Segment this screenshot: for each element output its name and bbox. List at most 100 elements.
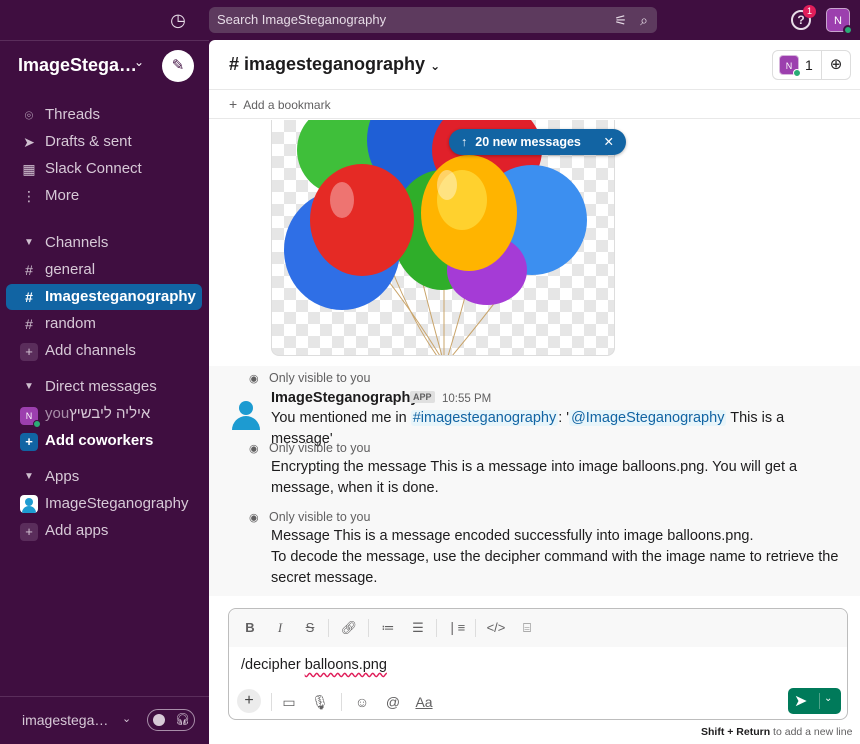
search-icon[interactable]: ⌕ (640, 7, 648, 33)
channel-label: random (45, 315, 96, 332)
headphones-icon: 🎧︎ (175, 712, 191, 726)
presence-dot (793, 69, 801, 77)
channels-section-header[interactable]: ▼ Channels (6, 230, 202, 256)
divider (271, 693, 272, 711)
app-avatar[interactable] (229, 398, 263, 432)
member-count: 1 (805, 57, 813, 73)
plus-icon: + (244, 692, 254, 709)
sidebar-footer: imagesteganography ⌄ 🎧︎ (0, 696, 209, 744)
video-icon[interactable]: ▭ (278, 691, 300, 713)
footer-workspace-label: imagesteganography (22, 712, 116, 728)
visibility-label: Only visible to you (269, 371, 371, 385)
sidebar-item-label: More (45, 187, 80, 204)
chevron-down-icon[interactable]: ⌄ (824, 693, 832, 704)
sidebar-item-dm-self[interactable]: Nyouאיליה ליבשיץ (6, 401, 202, 428)
app-label: ImageSteganography (45, 495, 189, 512)
help-badge: 1 (803, 5, 816, 18)
sender-name[interactable]: ImageSteganography (271, 390, 418, 406)
code-block-icon[interactable]: ⌸ (516, 618, 538, 638)
close-icon[interactable]: ✕ (604, 129, 614, 155)
compose-button[interactable]: ✎ (162, 50, 194, 82)
text-format-icon[interactable]: Aa (413, 691, 435, 713)
blockquote-icon[interactable]: ❘≡ (445, 618, 467, 638)
sidebar-item-slack-connect[interactable]: ▦ Slack Connect (6, 156, 202, 182)
members-button[interactable]: N 1 (772, 50, 822, 80)
ephemeral-messages: ◉ Only visible to you ImageSteganography … (209, 366, 860, 596)
image-attachment-balloons[interactable] (271, 120, 615, 356)
dm-avatar: N (20, 401, 41, 428)
message-input[interactable]: /decipher balloons.png (241, 657, 387, 673)
search-input[interactable]: Search ImageSteganography ⚟ ⌕ (209, 7, 657, 33)
chevron-down-icon[interactable]: ⌄ (122, 712, 131, 725)
section-label: Apps (45, 468, 80, 485)
italic-icon[interactable]: I (269, 618, 291, 638)
huddle-toggle[interactable]: 🎧︎ (147, 709, 195, 731)
sidebar-item-app[interactable]: ImageSteganography (6, 491, 202, 517)
hint-text: to add a new line (770, 726, 853, 738)
add-person-icon[interactable]: ⊕ (821, 50, 851, 80)
add-apps-button[interactable]: + Add apps (6, 518, 202, 544)
ordered-list-icon[interactable]: ≔ (377, 618, 399, 638)
sidebar-item-random[interactable]: # random (6, 311, 202, 337)
sidebar-item-label: Slack Connect (45, 160, 142, 177)
add-bookmark-label: Add a bookmark (243, 98, 331, 112)
plus-icon: + (229, 96, 238, 112)
message-timestamp[interactable]: 10:55 PM (442, 393, 491, 405)
channel-title-label: # imagesteganography (229, 54, 426, 74)
plus-icon: + (20, 338, 38, 364)
presence-dot (843, 25, 853, 35)
bold-icon[interactable]: B (239, 618, 261, 638)
visibility-label: Only visible to you (269, 441, 371, 455)
message-segment: : ' (558, 410, 570, 426)
channel-link[interactable]: #imagesteganography (410, 410, 559, 426)
app-avatar-icon (20, 491, 38, 521)
sidebar: ImageStega… ⌄ ✎ ⌾ Threads ➤ Drafts & sent … (0, 40, 209, 744)
user-mention[interactable]: @ImageSteganography (569, 410, 727, 426)
sidebar-item-more[interactable]: ⋮ More (6, 183, 202, 209)
microphone-icon[interactable]: 🎙︎ (309, 691, 331, 713)
eye-icon: ◉ (249, 512, 259, 524)
code-icon[interactable]: </> (485, 618, 507, 638)
building-icon: ▦ (22, 161, 36, 177)
section-label: Direct messages (45, 378, 157, 395)
dm-section-header[interactable]: ▼ Direct messages (6, 374, 202, 400)
eye-icon: ◉ (249, 443, 259, 455)
bookmark-bar[interactable]: + Add a bookmark (209, 91, 860, 119)
link-icon[interactable]: 🔗︎ (338, 618, 360, 638)
balloons-image (284, 120, 587, 355)
add-coworkers-button[interactable]: + Add coworkers (6, 428, 202, 454)
attach-plus-button[interactable]: + (237, 689, 261, 713)
workspace-name[interactable]: ImageStega… (18, 55, 137, 76)
add-channels-button[interactable]: + Add channels (6, 338, 202, 364)
member-initial: N (785, 61, 793, 71)
sidebar-item-threads[interactable]: ⌾ Threads (6, 102, 202, 128)
message-line: Message This is a message encoded succes… (271, 528, 754, 544)
bulleted-list-icon[interactable]: ☰ (407, 618, 429, 638)
apps-section-header[interactable]: ▼ Apps (6, 464, 202, 490)
emoji-icon[interactable]: ☺ (351, 691, 373, 713)
avatar-initial: N (834, 15, 842, 27)
message-composer[interactable]: B I S 🔗︎ ≔ ☰ ❘≡ </> ⌸ /decipher balloons… (228, 608, 848, 720)
footer-workspace-name[interactable]: imagesteganography (22, 712, 116, 728)
hint-keys: Shift + Return (701, 726, 771, 738)
chevron-down-icon[interactable]: ⌄ (134, 55, 144, 69)
filter-icon[interactable]: ⚟ (614, 7, 627, 33)
user-avatar[interactable]: N (826, 8, 853, 35)
new-messages-banner[interactable]: ↑ 20 new messages ✕ (449, 129, 626, 155)
toggle-knob (153, 714, 165, 726)
sidebar-item-drafts[interactable]: ➤ Drafts & sent (6, 129, 202, 155)
hash-icon: # (25, 262, 33, 278)
compose-icon: ✎ (171, 57, 185, 74)
sidebar-item-imagesteganography[interactable]: # Imagesteganography (6, 284, 202, 310)
mention-icon[interactable]: @ (382, 691, 404, 713)
visibility-label: Only visible to you (269, 510, 371, 524)
history-icon[interactable]: ◷ (168, 10, 188, 30)
channel-title[interactable]: # imagesteganography ⌄ (229, 54, 440, 75)
caret-down-icon: ▼ (24, 237, 34, 248)
send-button[interactable]: ➤ ⌄ (788, 688, 841, 714)
strikethrough-icon[interactable]: S (299, 618, 321, 638)
search-placeholder: Search ImageSteganography (217, 12, 387, 27)
dm-you-label: you (45, 405, 70, 422)
sidebar-item-general[interactable]: # general (6, 257, 202, 283)
divider (436, 619, 437, 637)
